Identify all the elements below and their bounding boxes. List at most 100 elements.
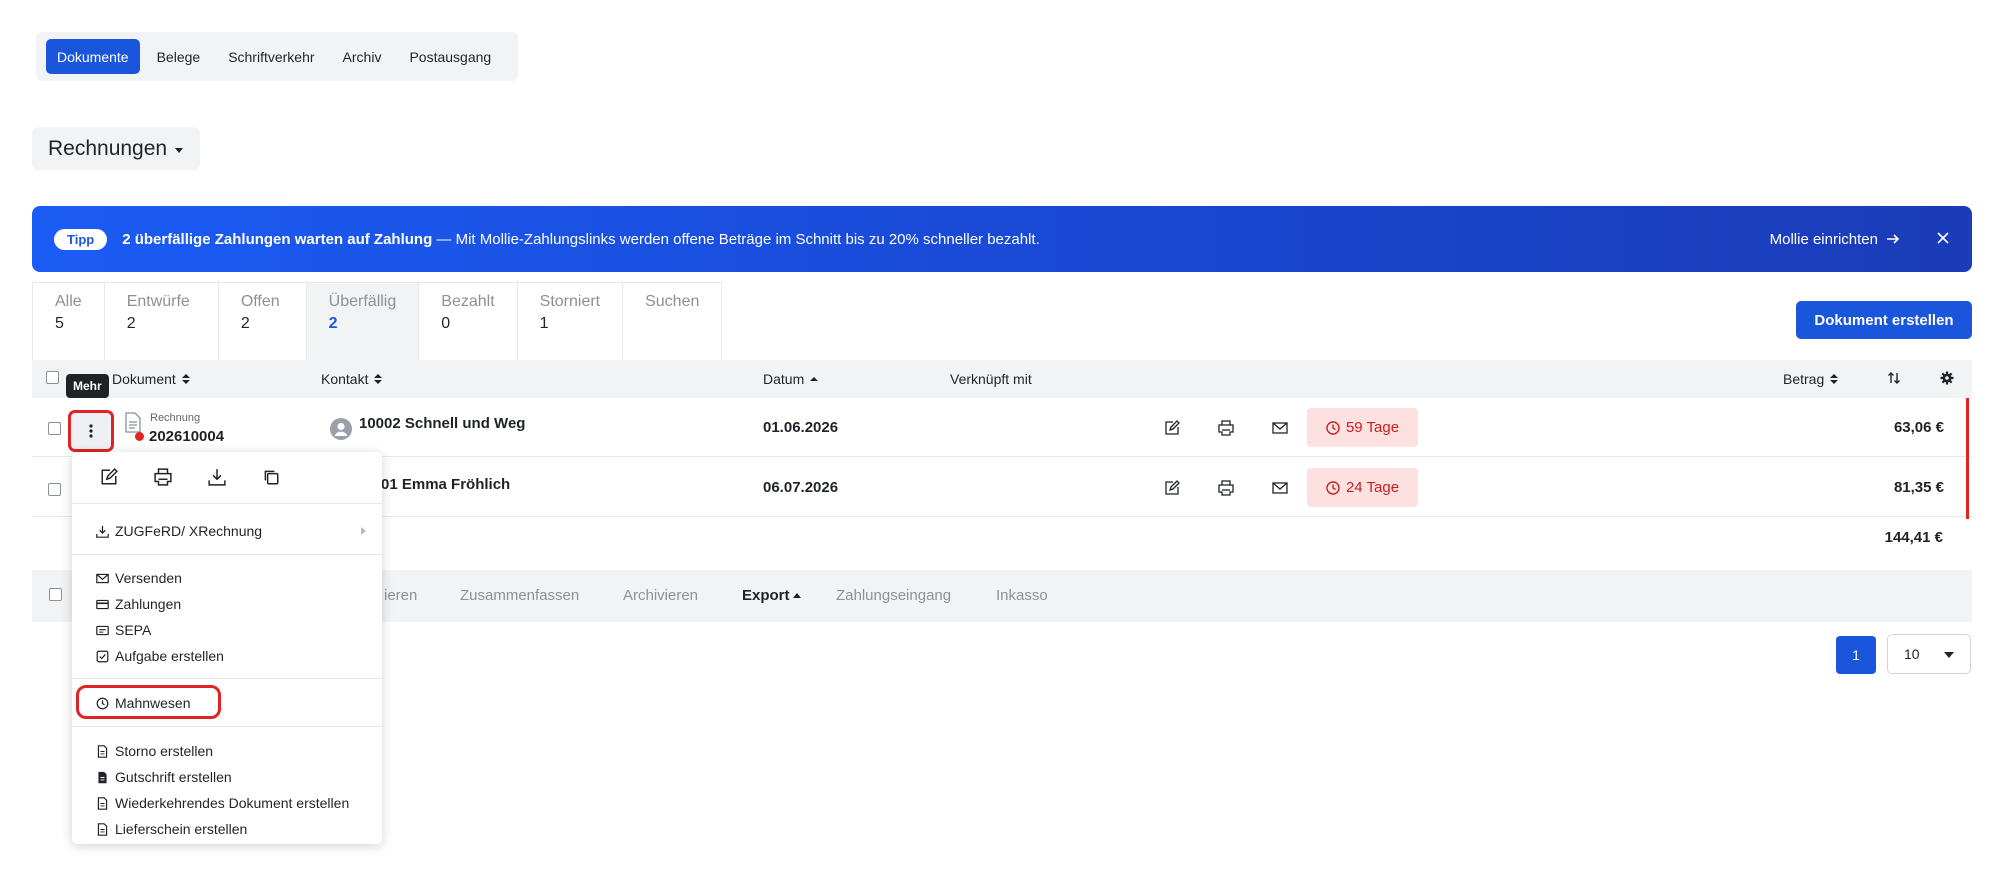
bulk-zusammenfassen[interactable]: Zusammenfassen (460, 587, 579, 604)
tip-text-rest: — Mit Mollie-Zahlungslinks werden offene… (432, 230, 1040, 248)
status-tab-label: Alle (55, 293, 82, 310)
create-document-button[interactable]: Dokument erstellen (1796, 301, 1972, 339)
edit-icon[interactable] (1164, 480, 1180, 496)
column-kontakt[interactable]: Kontakt (321, 371, 383, 387)
status-tab-count: 2 (126, 315, 136, 332)
menu-item-storno[interactable]: Storno erstellen (96, 743, 213, 759)
highlight-ring (76, 685, 221, 719)
row-checkbox[interactable] (48, 483, 61, 496)
per-page-value: 10 (1904, 646, 1920, 662)
status-tab-count: 2 (240, 315, 250, 332)
table-row[interactable]: Rechnung 202610004 10002 Schnell und Weg… (32, 398, 1972, 457)
edit-icon[interactable] (100, 468, 118, 486)
print-icon[interactable] (1218, 480, 1234, 496)
status-tab-offen[interactable]: Offen 2 (219, 283, 307, 361)
more-actions-button[interactable] (68, 410, 114, 452)
bulk-archivieren[interactable]: Archivieren (623, 587, 698, 604)
download-icon (96, 525, 109, 538)
mollie-setup-link[interactable]: Mollie einrichten (1770, 231, 1900, 248)
download-icon[interactable] (208, 468, 226, 486)
menu-item-label: Wiederkehrendes Dokument erstellen (115, 795, 350, 811)
caret-up-icon (792, 593, 801, 598)
table-header: Dokument Kontakt Datum Verknüpft mit Bet… (32, 360, 1972, 398)
more-actions-menu: ZUGFeRD/ XRechnung Versenden Zahlungen S… (72, 452, 382, 844)
status-tab-ueberfaellig[interactable]: Überfällig 2 (306, 283, 420, 361)
contact-name[interactable]: 10002 Schnell und Weg (359, 415, 525, 432)
tip-badge: Tipp (54, 228, 108, 250)
tip-text-bold: 2 überfällige Zahlungen warten auf Zahlu… (122, 230, 433, 248)
sort-order-icon[interactable] (1887, 371, 1901, 385)
menu-item-wiederkehrend[interactable]: Wiederkehrendes Dokument erstellen (96, 795, 349, 811)
copy-icon[interactable] (262, 468, 280, 486)
sort-icon (181, 374, 190, 384)
document-icon (97, 796, 108, 810)
column-label: Datum (763, 371, 805, 387)
status-tab-suchen[interactable]: Suchen (623, 283, 723, 361)
tab-schriftverkehr[interactable]: Schriftverkehr (217, 39, 325, 74)
gear-icon[interactable] (1940, 371, 1954, 385)
bulk-inkasso[interactable]: Inkasso (996, 587, 1048, 604)
menu-item-aufgabe[interactable]: Aufgabe erstellen (96, 648, 224, 664)
avatar (330, 418, 352, 440)
column-betrag[interactable]: Betrag (1783, 371, 1839, 387)
document-type-dropdown[interactable]: Rechnungen (32, 127, 200, 170)
overdue-badge[interactable]: 24 Tage (1307, 468, 1418, 507)
print-icon[interactable] (1218, 420, 1234, 436)
tab-archiv[interactable]: Archiv (332, 39, 393, 74)
kebab-menu-icon (89, 424, 93, 438)
status-tab-count: 1 (539, 315, 549, 332)
row-checkbox[interactable] (48, 422, 61, 435)
menu-item-label: Gutschrift erstellen (115, 769, 232, 785)
overdue-indicator-bar (1966, 398, 1969, 519)
column-dokument[interactable]: Dokument (112, 371, 190, 387)
tab-belege[interactable]: Belege (146, 39, 212, 74)
mail-icon[interactable] (1272, 480, 1288, 496)
status-tab-entwuerfe[interactable]: Entwürfe 2 (105, 283, 219, 361)
menu-item-zahlungen[interactable]: Zahlungen (96, 596, 181, 612)
menu-item-label: Aufgabe erstellen (115, 648, 224, 664)
close-icon[interactable] (1936, 229, 1950, 249)
menu-item-zugferd[interactable]: ZUGFeRD/ XRechnung (96, 523, 366, 539)
contact-name[interactable]: 01 Emma Fröhlich (381, 476, 510, 493)
overdue-badge[interactable]: 59 Tage (1307, 408, 1418, 447)
caret-down-icon (1944, 652, 1954, 658)
print-icon[interactable] (154, 468, 172, 486)
bulk-select-checkbox[interactable] (49, 588, 62, 601)
menu-item-versenden[interactable]: Versenden (96, 570, 182, 586)
menu-item-label: Lieferschein erstellen (115, 821, 248, 837)
bulk-zahlungseingang[interactable]: Zahlungseingang (836, 587, 951, 604)
per-page-select[interactable]: 10 (1887, 634, 1971, 674)
menu-item-label: Zahlungen (115, 596, 182, 612)
status-tab-count: 0 (441, 315, 451, 332)
menu-item-sepa[interactable]: SEPA (96, 622, 151, 638)
column-verknuepft: Verknüpft mit (950, 371, 1032, 387)
page-button-current[interactable]: 1 (1836, 636, 1876, 674)
column-label: Betrag (1783, 371, 1825, 387)
status-tab-storniert[interactable]: Storniert 1 (518, 283, 624, 361)
menu-item-label: ZUGFeRD/ XRechnung (115, 523, 263, 539)
amount: 63,06 € (1893, 419, 1944, 436)
bulk-export[interactable]: Export (742, 587, 801, 604)
document-number[interactable]: 202610004 (149, 428, 224, 445)
edit-icon[interactable] (1164, 420, 1180, 436)
tab-postausgang[interactable]: Postausgang (398, 39, 502, 74)
status-tab-label: Storniert (539, 293, 601, 310)
status-tab-alle[interactable]: Alle 5 (33, 283, 105, 361)
total-amount: 144,41 € (1884, 529, 1943, 546)
document-date: 06.07.2026 (763, 479, 839, 496)
bulk-action-partial[interactable]: ieren (384, 587, 417, 604)
column-label: Verknüpft mit (950, 371, 1032, 387)
menu-item-gutschrift[interactable]: Gutschrift erstellen (96, 769, 232, 785)
menu-item-lieferschein[interactable]: Lieferschein erstellen (96, 821, 247, 837)
mollie-setup-label: Mollie einrichten (1769, 230, 1878, 248)
arrow-right-icon (1887, 234, 1900, 244)
overdue-label: 24 Tage (1345, 479, 1400, 496)
status-tab-label: Überfällig (328, 293, 397, 310)
status-tab-label: Suchen (645, 293, 700, 310)
select-all-checkbox[interactable] (46, 371, 59, 384)
menu-item-label: Storno erstellen (115, 743, 214, 759)
tab-dokumente[interactable]: Dokumente (46, 39, 140, 74)
column-datum[interactable]: Datum (763, 371, 819, 387)
mail-icon[interactable] (1272, 420, 1288, 436)
status-tab-bezahlt[interactable]: Bezahlt 0 (419, 283, 518, 361)
